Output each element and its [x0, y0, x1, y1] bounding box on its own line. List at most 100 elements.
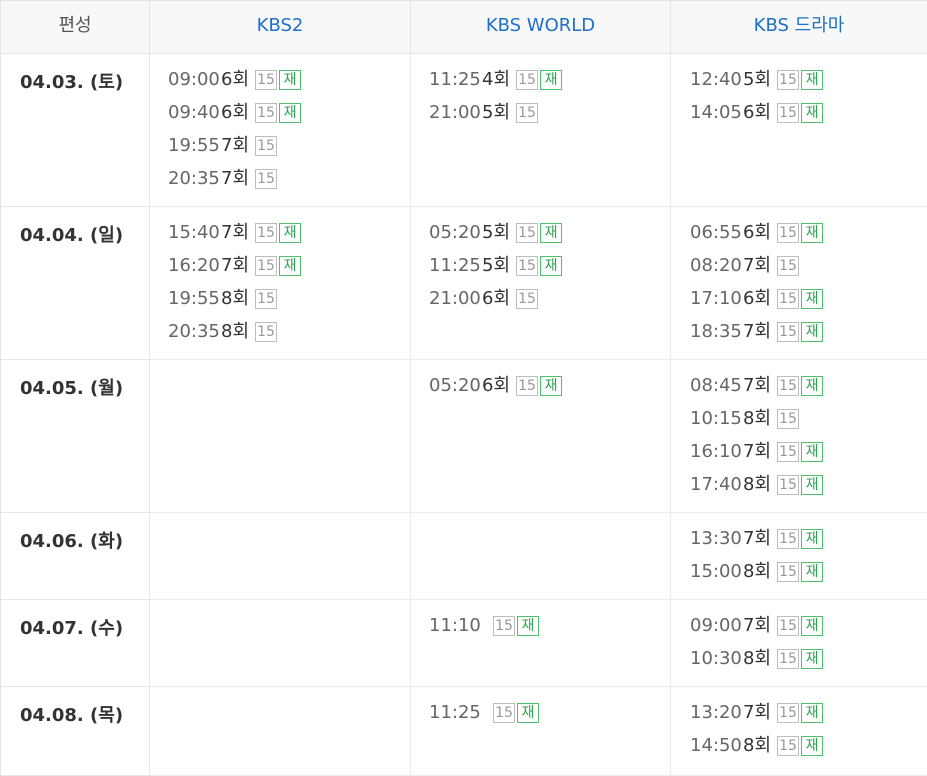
- age-rating-badge: 15: [777, 475, 800, 495]
- episode-number: 5회: [482, 102, 511, 123]
- date-label: 04.06. (화): [0, 513, 150, 600]
- broadcast-entry: 09:007회 15 재: [690, 615, 927, 648]
- broadcast-time: 11:10: [429, 615, 481, 636]
- episode-number: 5회: [743, 69, 772, 90]
- broadcast-time: 11:25: [429, 69, 481, 90]
- broadcast-time: 16:20: [168, 255, 220, 276]
- schedule-cell-kbs-world: 11:254회 15 재 21:005회 15: [411, 54, 671, 206]
- schedule-cell-kbs-world: 11:10 15 재: [411, 600, 671, 686]
- episode-number: 6회: [743, 288, 772, 309]
- age-rating-badge: 15: [516, 103, 539, 123]
- broadcast-entry: 16:207회 15 재: [168, 255, 410, 288]
- rerun-badge: 재: [801, 562, 824, 582]
- rerun-badge: 재: [801, 649, 824, 669]
- broadcast-entry: 05:206회 15 재: [429, 375, 670, 408]
- rerun-badge: 재: [801, 475, 824, 495]
- broadcast-entry: 11:10 15 재: [429, 615, 670, 648]
- date-label: 04.08. (목): [0, 687, 150, 776]
- episode-number: 8회: [743, 561, 772, 582]
- schedule-cell-kbs2: 15:407회 15 재 16:207회 15 재 19:558회 15 20:358회 15: [150, 207, 411, 359]
- broadcast-time: 06:55: [690, 222, 742, 243]
- schedule-cell-kbs2: [150, 687, 411, 775]
- age-rating-badge: 15: [516, 256, 539, 276]
- broadcast-entry: 13:307회 15 재: [690, 528, 927, 561]
- age-rating-badge: 15: [777, 409, 800, 429]
- age-rating-badge: 15: [255, 169, 278, 189]
- schedule-table: 편성 KBS2 KBS WORLD KBS 드라마 04.03. (토) 04.0…: [0, 0, 927, 776]
- date-label: 04.05. (월): [0, 360, 150, 513]
- broadcast-time: 14:05: [690, 102, 742, 123]
- episode-number: 7회: [743, 528, 772, 549]
- schedule-cell-kbs-drama: 09:007회 15 재 10:308회 15 재: [671, 600, 927, 686]
- rerun-badge: 재: [540, 376, 563, 396]
- age-rating-badge: 15: [516, 376, 539, 396]
- schedule-row: 13:307회 15 재 15:008회 15 재: [150, 513, 927, 600]
- broadcast-entry: 10:158회 15: [690, 408, 927, 441]
- broadcast-time: 17:40: [690, 474, 742, 495]
- broadcast-entry: 09:406회 15 재: [168, 102, 410, 135]
- rerun-badge: 재: [801, 442, 824, 462]
- broadcast-time: 09:00: [690, 615, 742, 636]
- episode-number: 8회: [743, 648, 772, 669]
- broadcast-time: 14:50: [690, 735, 742, 756]
- rerun-badge: 재: [540, 223, 563, 243]
- episode-number: 8회: [221, 321, 250, 342]
- episode-number: 6회: [482, 288, 511, 309]
- broadcast-time: 20:35: [168, 168, 220, 189]
- age-rating-badge: 15: [777, 70, 800, 90]
- broadcast-time: 18:35: [690, 321, 742, 342]
- age-rating-badge: 15: [777, 562, 800, 582]
- broadcast-entry: 16:107회 15 재: [690, 441, 927, 474]
- age-rating-badge: 15: [516, 70, 539, 90]
- rerun-badge: 재: [801, 703, 824, 723]
- age-rating-badge: 15: [777, 442, 800, 462]
- broadcast-entry: 17:106회 15 재: [690, 288, 927, 321]
- channel-header-kbs-drama: KBS 드라마: [753, 15, 845, 36]
- broadcast-time: 17:10: [690, 288, 742, 309]
- broadcast-time: 10:15: [690, 408, 742, 429]
- episode-number: 7회: [743, 255, 772, 276]
- rerun-badge: 재: [279, 256, 302, 276]
- rerun-badge: 재: [801, 289, 824, 309]
- broadcast-entry: 14:056회 15 재: [690, 102, 927, 135]
- broadcast-entry: 18:357회 15 재: [690, 321, 927, 354]
- episode-number: 7회: [743, 375, 772, 396]
- broadcast-entry: 19:558회 15: [168, 288, 410, 321]
- rerun-badge: 재: [801, 376, 824, 396]
- broadcast-entry: 21:006회 15: [429, 288, 670, 321]
- rerun-badge: 재: [279, 223, 302, 243]
- rerun-badge: 재: [540, 256, 563, 276]
- age-rating-badge: 15: [777, 736, 800, 756]
- schedule-cell-kbs-drama: 08:457회 15 재 10:158회 15 16:107회 15 재 17:408회 15 재: [671, 360, 927, 512]
- broadcast-entry: 11:25 15 재: [429, 702, 670, 735]
- broadcast-entry: 10:308회 15 재: [690, 648, 927, 681]
- episode-number: 6회: [482, 375, 511, 396]
- schedule-cell-kbs-world: 05:205회 15 재 11:255회 15 재 21:006회 15: [411, 207, 671, 359]
- channel-header-kbs2: KBS2: [150, 1, 411, 54]
- age-rating-badge: 15: [777, 223, 800, 243]
- age-rating-badge: 15: [255, 103, 278, 123]
- broadcast-time: 21:00: [429, 102, 481, 123]
- episode-number: 8회: [743, 474, 772, 495]
- episode-number: 5회: [482, 255, 511, 276]
- rerun-badge: 재: [801, 103, 824, 123]
- broadcast-entry: 12:405회 15 재: [690, 69, 927, 102]
- age-rating-badge: 15: [777, 529, 800, 549]
- schedule-cell-kbs2: [150, 360, 411, 512]
- episode-number: 7회: [743, 441, 772, 462]
- broadcast-time: 09:00: [168, 69, 220, 90]
- schedule-corner-label: 편성: [0, 1, 150, 54]
- schedule-cell-kbs-world: 11:25 15 재: [411, 687, 671, 775]
- broadcast-time: 13:30: [690, 528, 742, 549]
- broadcast-time: 15:40: [168, 222, 220, 243]
- rerun-badge: 재: [801, 736, 824, 756]
- rerun-badge: 재: [801, 529, 824, 549]
- episode-number: 8회: [221, 288, 250, 309]
- age-rating-badge: 15: [255, 70, 278, 90]
- broadcast-time: 15:00: [690, 561, 742, 582]
- schedule-cell-kbs2: 09:006회 15 재 09:406회 15 재 19:557회 15 20:357회 15: [150, 54, 411, 206]
- broadcast-entry: 15:008회 15 재: [690, 561, 927, 594]
- broadcast-entry: 11:255회 15 재: [429, 255, 670, 288]
- rerun-badge: 재: [801, 322, 824, 342]
- age-rating-badge: 15: [777, 649, 800, 669]
